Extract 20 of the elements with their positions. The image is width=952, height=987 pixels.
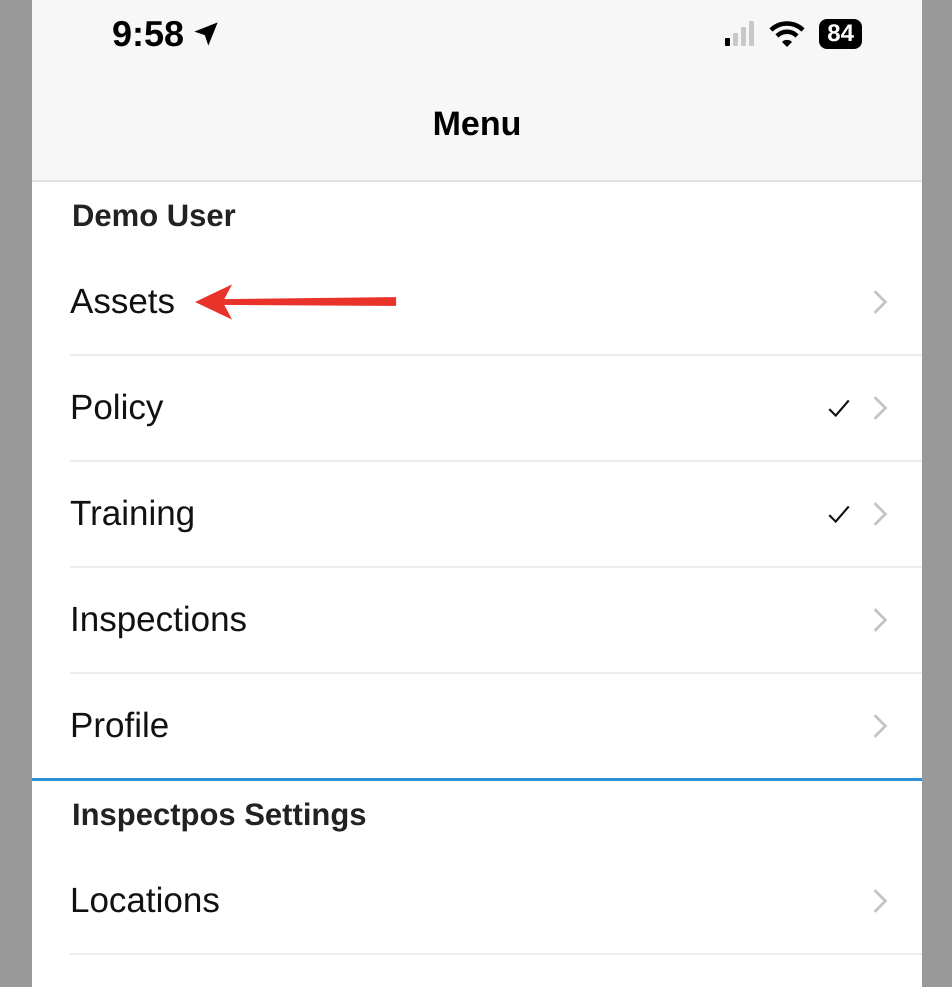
menu-item[interactable]: Locations xyxy=(70,849,922,955)
status-time: 9:58 xyxy=(112,13,184,55)
wifi-icon xyxy=(769,20,806,48)
section-header: Demo User xyxy=(72,198,236,234)
menu-item[interactable]: Profile xyxy=(70,674,922,778)
menu-item[interactable]: Assets xyxy=(70,250,922,356)
chevron-icon xyxy=(872,501,888,527)
chevron-icon xyxy=(872,713,888,739)
chevron-icon xyxy=(872,395,888,421)
location-arrow-icon xyxy=(192,20,220,48)
nav-title: Menu xyxy=(432,104,522,144)
battery-level: 84 xyxy=(819,19,862,49)
chevron-icon xyxy=(872,607,888,633)
chevron-icon xyxy=(872,289,888,315)
menu-item[interactable]: Inspections xyxy=(70,568,922,674)
chevron-icon xyxy=(872,888,888,914)
menu-item[interactable]: Policy xyxy=(70,356,922,462)
signal-icon xyxy=(725,21,756,47)
section-header: Inspectpos Settings xyxy=(72,797,367,833)
menu-item[interactable]: Training xyxy=(70,462,922,568)
